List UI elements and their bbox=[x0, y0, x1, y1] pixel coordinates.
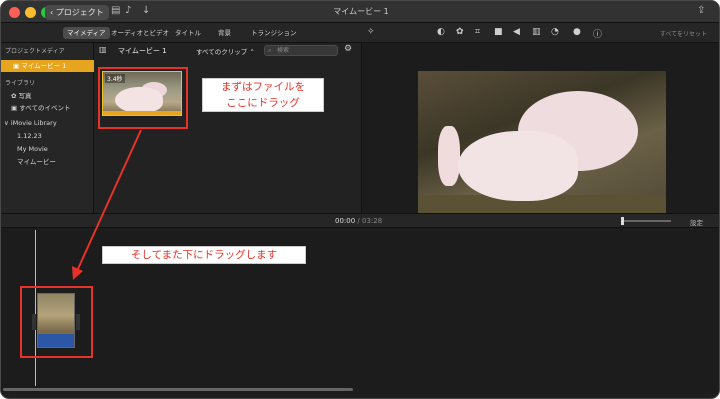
drag-arrow bbox=[72, 129, 142, 280]
drag-arrow-line bbox=[76, 129, 142, 272]
imovie-window: ‹ プロジェクト ▤ ♪ ↓ マイムービー 1 ⇪ マイメディア オーディオとビ… bbox=[0, 0, 720, 399]
